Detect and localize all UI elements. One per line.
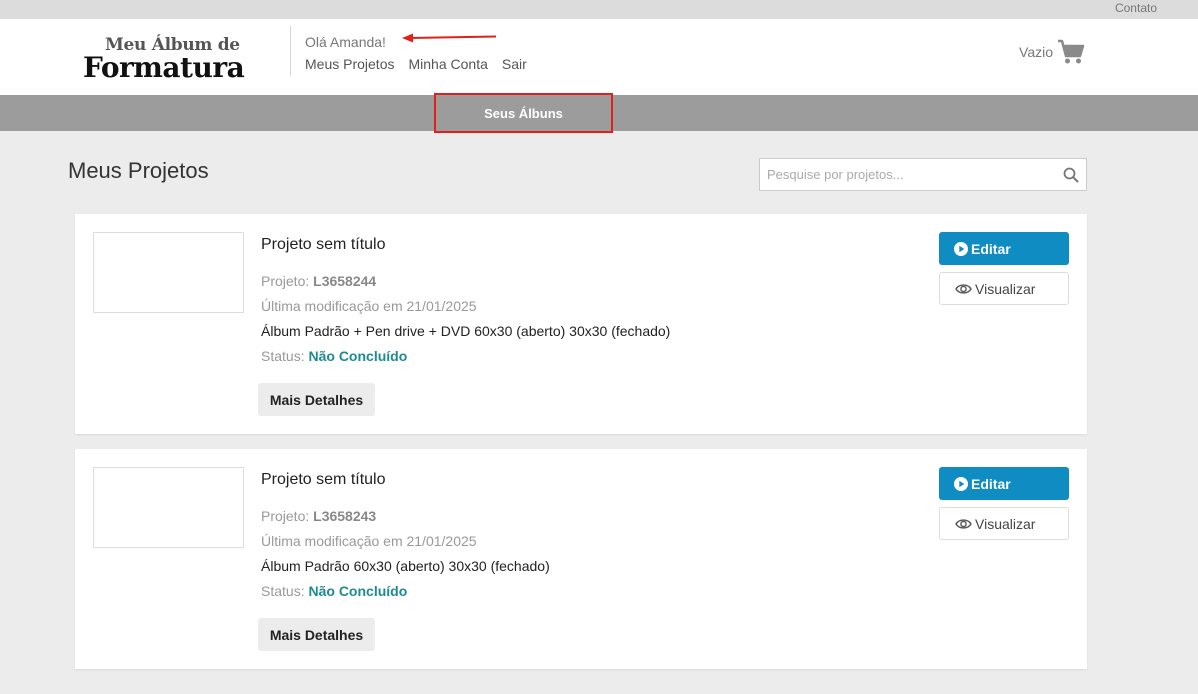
user-nav: Meus Projetos Minha Conta Sair bbox=[305, 56, 527, 72]
cart[interactable]: Vazio bbox=[1019, 39, 1085, 65]
site-header: Meu Álbum de Formatura Olá Amanda! Meus … bbox=[0, 19, 1198, 95]
search-input[interactable] bbox=[760, 159, 1086, 190]
project-status: Não Concluído bbox=[308, 348, 408, 364]
project-status-line: Status: Não Concluído bbox=[261, 348, 407, 364]
project-product: Álbum Padrão + Pen drive + DVD 60x30 (ab… bbox=[261, 323, 671, 339]
project-card: Projeto sem título Projeto: L3658244 Últ… bbox=[75, 214, 1087, 434]
user-greeting: Olá Amanda! bbox=[305, 34, 386, 50]
nav-link-sair[interactable]: Sair bbox=[502, 56, 527, 72]
play-circle-icon bbox=[954, 476, 968, 491]
cart-label: Vazio bbox=[1019, 44, 1053, 60]
view-button[interactable]: Visualizar bbox=[939, 272, 1069, 305]
page-title: Meus Projetos bbox=[68, 158, 209, 183]
annotation-arrow-icon bbox=[402, 33, 497, 43]
logo-line-2: Formatura bbox=[83, 51, 245, 84]
project-product: Álbum Padrão 60x30 (aberto) 30x30 (fecha… bbox=[261, 558, 550, 574]
project-thumbnail[interactable] bbox=[93, 232, 244, 313]
project-code-line: Projeto: L3658244 bbox=[261, 273, 376, 289]
search-icon[interactable] bbox=[1063, 167, 1079, 183]
edit-button-label: Editar bbox=[971, 240, 1011, 257]
project-title: Projeto sem título bbox=[261, 471, 386, 488]
top-utility-bar: Contato bbox=[0, 0, 1198, 19]
nav-item-seus-albuns[interactable]: Seus Álbuns bbox=[434, 93, 613, 133]
project-code: L3658244 bbox=[313, 273, 377, 289]
eye-icon bbox=[955, 518, 972, 529]
view-button-label: Visualizar bbox=[975, 280, 1036, 297]
project-code-label: Projeto: bbox=[261, 508, 310, 524]
project-status-label: Status: bbox=[261, 348, 305, 364]
main-navbar: Seus Álbuns bbox=[0, 93, 1198, 133]
project-modified: Última modificação em 21/01/2025 bbox=[261, 298, 477, 314]
contact-link[interactable]: Contato bbox=[1115, 1, 1157, 15]
project-code-label: Projeto: bbox=[261, 273, 310, 289]
nav-link-meus-projetos[interactable]: Meus Projetos bbox=[305, 56, 394, 72]
more-details-button[interactable]: Mais Detalhes bbox=[258, 383, 375, 416]
project-thumbnail[interactable] bbox=[93, 467, 244, 548]
project-code-line: Projeto: L3658243 bbox=[261, 508, 376, 524]
nav-link-minha-conta[interactable]: Minha Conta bbox=[408, 56, 487, 72]
project-status-label: Status: bbox=[261, 583, 305, 599]
search-box bbox=[759, 158, 1087, 191]
project-status: Não Concluído bbox=[308, 583, 408, 599]
project-status-line: Status: Não Concluído bbox=[261, 583, 407, 599]
project-title: Projeto sem título bbox=[261, 236, 386, 253]
site-logo[interactable]: Meu Álbum de Formatura bbox=[83, 35, 263, 84]
eye-icon bbox=[955, 283, 972, 294]
project-modified: Última modificação em 21/01/2025 bbox=[261, 533, 477, 549]
view-button[interactable]: Visualizar bbox=[939, 507, 1069, 540]
edit-button-label: Editar bbox=[971, 475, 1011, 492]
shopping-cart-icon bbox=[1058, 39, 1085, 64]
project-card: Projeto sem título Projeto: L3658243 Últ… bbox=[75, 449, 1087, 669]
project-code: L3658243 bbox=[313, 508, 377, 524]
edit-button[interactable]: Editar bbox=[939, 232, 1069, 265]
more-details-button[interactable]: Mais Detalhes bbox=[258, 618, 375, 651]
header-divider bbox=[290, 26, 291, 76]
edit-button[interactable]: Editar bbox=[939, 467, 1069, 500]
play-circle-icon bbox=[954, 241, 968, 256]
view-button-label: Visualizar bbox=[975, 515, 1036, 532]
